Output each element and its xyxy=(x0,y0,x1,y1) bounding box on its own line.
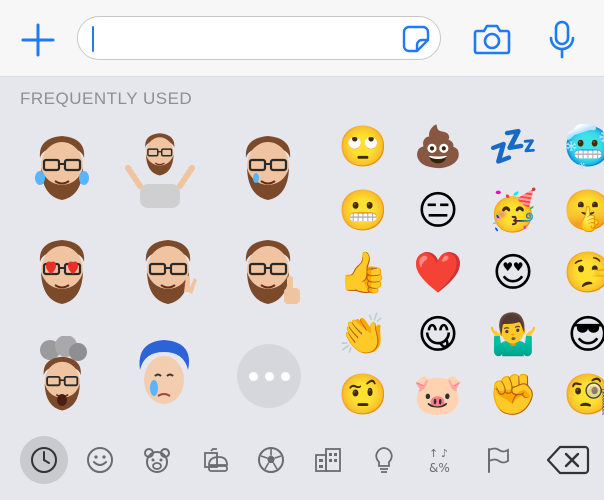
memoji-sticker[interactable] xyxy=(132,232,204,314)
ellipsis-dot xyxy=(264,371,274,381)
sticker-button[interactable] xyxy=(402,25,430,53)
memoji-sticker[interactable] xyxy=(124,128,196,210)
section-title-frequently-used: FREQUENTLY USED xyxy=(20,89,193,108)
microphone-icon xyxy=(549,20,575,59)
ellipsis-dot xyxy=(280,371,290,381)
emoji-key[interactable]: 🤷‍♂️ xyxy=(486,308,540,362)
flag-icon xyxy=(488,447,509,473)
message-input-bar xyxy=(0,0,604,77)
emoji-key[interactable]: 👏 xyxy=(336,308,390,362)
emoji-key[interactable]: 🙄 xyxy=(336,120,390,174)
emoji-glyph: 💤 xyxy=(488,124,538,170)
emoji-glyph: 🥳 xyxy=(488,188,538,234)
emoji-key[interactable]: 😑 xyxy=(411,184,465,238)
memoji-sticker[interactable] xyxy=(26,336,98,418)
camera-icon xyxy=(473,24,511,55)
emoji-glyph: 🤷‍♂️ xyxy=(488,312,538,358)
emoji-glyph: 😑 xyxy=(417,188,459,234)
memoji-laughing-tears xyxy=(35,134,89,202)
emoji-glyph: 👍 xyxy=(338,250,388,296)
category-recents[interactable] xyxy=(20,436,68,484)
plus-icon xyxy=(21,23,55,57)
lightbulb-icon xyxy=(375,447,393,473)
memoji-sticker[interactable] xyxy=(128,336,200,418)
camera-button[interactable] xyxy=(473,22,511,56)
message-text-field[interactable] xyxy=(77,16,441,60)
memoji-blue-hair-crying xyxy=(139,340,189,404)
emoji-key[interactable]: ✊ xyxy=(486,368,540,422)
voice-message-button[interactable] xyxy=(548,20,576,60)
emoji-key[interactable]: 💩 xyxy=(411,120,465,174)
add-attachment-button[interactable] xyxy=(18,20,58,60)
emoji-glyph: 👏 xyxy=(338,312,388,358)
category-symbols[interactable]: ↑ ♪ &% xyxy=(418,436,466,484)
emoji-key[interactable]: 😋 xyxy=(411,308,465,362)
memoji-sticker[interactable] xyxy=(26,232,98,314)
emoji-glyph: 😬 xyxy=(338,188,388,234)
memoji-shrugging xyxy=(125,132,195,208)
sticker-icon xyxy=(402,25,430,53)
svg-text:↑: ↑ xyxy=(429,447,438,460)
category-flags[interactable] xyxy=(474,436,522,484)
emoji-key[interactable]: 💤 xyxy=(486,120,540,174)
more-stickers-button[interactable] xyxy=(237,344,301,408)
burger-icon xyxy=(204,448,228,472)
symbols-icon: ↑ ♪ &% xyxy=(429,447,450,475)
memoji-crossed-fingers xyxy=(144,238,197,306)
emoji-key[interactable]: 🤨 xyxy=(336,368,390,422)
emoji-key[interactable]: 🧐 xyxy=(561,368,604,422)
backspace-icon xyxy=(546,445,590,475)
emoji-key[interactable]: 😬 xyxy=(336,184,390,238)
category-animals[interactable] xyxy=(133,436,181,484)
text-caret xyxy=(92,26,94,52)
emoji-key[interactable]: 🤫 xyxy=(561,184,604,238)
delete-button[interactable] xyxy=(546,444,590,476)
memoji-thumbs-up xyxy=(244,238,300,306)
memoji-mind-blown xyxy=(40,336,87,412)
message-input[interactable] xyxy=(94,23,398,55)
emoji-glyph: ✊ xyxy=(488,372,538,418)
emoji-glyph: 🤥 xyxy=(563,250,604,296)
memoji-sticker[interactable] xyxy=(26,128,98,210)
memoji-sticker[interactable] xyxy=(232,128,304,210)
emoji-category-bar: ↑ ♪ &% xyxy=(0,436,604,500)
emoji-glyph: 🤫 xyxy=(563,188,604,234)
category-objects[interactable] xyxy=(360,436,408,484)
buildings-icon xyxy=(315,448,341,472)
emoji-glyph: 🥶 xyxy=(563,124,604,170)
emoji-glyph: 😍 xyxy=(492,250,534,296)
ellipsis-icon xyxy=(248,371,258,381)
emoji-key[interactable]: ❤️ xyxy=(411,246,465,300)
svg-text:♪: ♪ xyxy=(441,447,448,460)
emoji-glyph: ❤️ xyxy=(413,250,463,296)
memoji-crying xyxy=(244,134,292,202)
category-smileys[interactable] xyxy=(76,436,124,484)
clock-icon xyxy=(31,447,57,473)
emoji-key[interactable]: 🐷 xyxy=(411,368,465,422)
emoji-glyph: 🐷 xyxy=(413,372,463,418)
emoji-glyph: 🧐 xyxy=(563,372,604,418)
emoji-key[interactable]: 🤥 xyxy=(561,246,604,300)
category-travel[interactable] xyxy=(304,436,352,484)
emoji-key[interactable]: 😍 xyxy=(486,246,540,300)
emoji-glyph: 💩 xyxy=(413,124,463,170)
emoji-key[interactable]: 🥶 xyxy=(561,120,604,174)
emoji-glyph: 😋 xyxy=(417,312,459,358)
svg-text:&%: &% xyxy=(429,461,450,475)
memoji-heart-eyes xyxy=(38,238,86,306)
smiley-icon xyxy=(87,447,113,473)
emoji-key[interactable]: 👍 xyxy=(336,246,390,300)
emoji-glyph: 🙄 xyxy=(338,124,388,170)
emoji-key[interactable]: 😎 xyxy=(561,308,604,362)
memoji-sticker[interactable] xyxy=(232,232,304,314)
emoji-glyph: 😎 xyxy=(567,312,604,358)
category-activity[interactable] xyxy=(247,436,295,484)
bear-icon xyxy=(144,448,170,473)
emoji-glyph: 🤨 xyxy=(338,372,388,418)
category-food[interactable] xyxy=(190,436,238,484)
soccer-ball-icon xyxy=(258,447,284,473)
emoji-key[interactable]: 🥳 xyxy=(486,184,540,238)
